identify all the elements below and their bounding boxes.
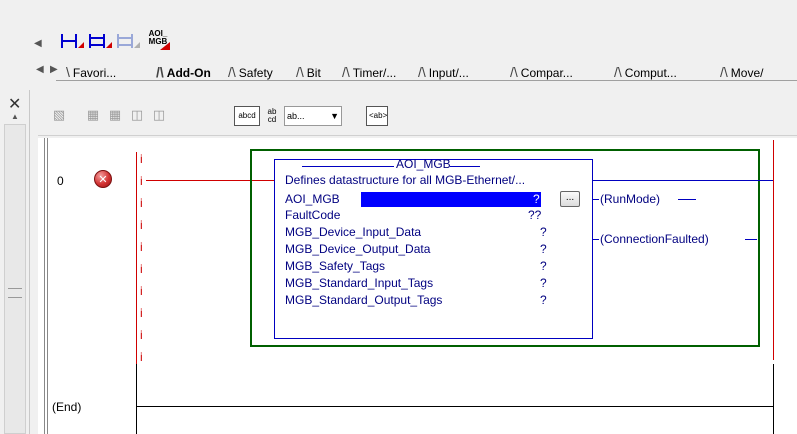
rail-marker: i [140, 262, 143, 276]
tab-input[interactable]: /\ Input/... [418, 62, 506, 82]
aoi-row-name: MGB_Device_Input_Data [285, 225, 422, 239]
connectionfaulted-coil[interactable]: (ConnectionFaulted) [600, 232, 709, 246]
browse-ellipsis-button[interactable]: ... [560, 191, 580, 207]
aoi-row-name: FaultCode [285, 208, 341, 222]
left-rail-end [136, 364, 137, 434]
rung-error-icon: ✕ [94, 170, 112, 188]
tabs-scroll-left-icon[interactable]: ◀ [36, 64, 44, 75]
tab-compare[interactable]: /\ Compar... [510, 62, 606, 82]
aoi-row-value: ? [540, 242, 547, 256]
aoi-row-name: MGB_Device_Output_Data [285, 242, 431, 256]
branch-icon[interactable] [60, 30, 86, 52]
rung-disabled-icon [117, 34, 140, 48]
aoi-row-name: MGB_Standard_Output_Tags [285, 293, 443, 307]
aoi-row-name: MGB_Safety_Tags [285, 259, 386, 273]
tab-safety[interactable]: /\ Safety [228, 62, 298, 82]
aoi-row-value: ? [533, 192, 540, 206]
aoi-mgb-instruction-button[interactable]: AOI_ MGB [144, 30, 172, 54]
tab-move[interactable]: /\ Move/ [720, 62, 797, 82]
abcd-display-button[interactable]: abcd [234, 106, 260, 126]
aoi-row-value: ? [540, 293, 547, 307]
ladder-editor-toolbar: ▧ ▦ ▦ ◫ ◫ abcd ab cd ab... ▼ <ab> [38, 96, 797, 136]
coil-wire [593, 199, 599, 200]
branch-level-icon[interactable] [88, 30, 114, 52]
rail-marker: i [140, 350, 143, 364]
rail-marker: i [140, 284, 143, 298]
toolbar-scroll-left-icon[interactable]: ◀ [34, 38, 42, 49]
verify-icon[interactable]: ▦ [82, 104, 104, 126]
tag-display-button[interactable]: <ab> [366, 106, 388, 126]
rail-marker: i [140, 152, 143, 166]
coil-wire [593, 239, 599, 240]
verify-all-icon[interactable]: ▦ [104, 104, 126, 126]
coil-wire [745, 239, 757, 240]
runmode-coil-label: RunMode [604, 192, 657, 206]
rail-marker: i [140, 218, 143, 232]
close-icon[interactable]: ✕ [8, 94, 21, 114]
left-gutter-line [44, 138, 45, 434]
vertical-scrollbar[interactable] [4, 124, 26, 434]
aoi-row-name: MGB_Standard_Input_Tags [285, 276, 434, 290]
tabs-scroll-right-icon[interactable]: ▶ [50, 64, 58, 75]
display-mode-combo[interactable]: ab... ▼ [284, 106, 342, 126]
aoi-tag-operand-selected[interactable] [361, 192, 541, 207]
aoi-description: Defines datastructure for all MGB-Ethern… [285, 173, 526, 187]
right-rail-end [773, 364, 774, 434]
aoi-row-value: ? [540, 225, 547, 239]
runmode-coil[interactable]: (RunMode) [600, 192, 660, 206]
aoi-row-value: ?? [528, 208, 542, 222]
rail-marker: i [140, 306, 143, 320]
tab-bit[interactable]: /\ Bit [296, 62, 344, 82]
tab-add-on[interactable]: /\ Add-On [156, 62, 230, 82]
right-power-rail [773, 140, 774, 360]
add-marker-icon [160, 42, 170, 50]
rail-marker: i [140, 174, 143, 188]
chevron-down-icon: ▼ [330, 111, 339, 121]
tab-favorites[interactable]: \ Favori... [66, 62, 158, 82]
tab-compute[interactable]: /\ Comput... [614, 62, 712, 82]
scroll-grip-icon[interactable] [8, 288, 22, 298]
aoi-title-row: AOI_MGB [274, 157, 593, 173]
aoi-title-line-right [450, 166, 480, 167]
aoi-row-name: AOI_MGB [285, 192, 340, 206]
end-rung-wire [136, 406, 774, 407]
aoi-title-line-left [302, 166, 394, 167]
display-mode-value: ab... [287, 111, 305, 121]
rung-wire-right [593, 180, 773, 181]
connectionfaulted-coil-label: ConnectionFaulted [604, 232, 705, 246]
tab-timer[interactable]: /\ Timer/... [342, 62, 420, 82]
aoi-row-value: ? [540, 276, 547, 290]
goto-icon[interactable]: ◫ [126, 104, 148, 126]
rail-marker: i [140, 196, 143, 210]
rail-marker: i [140, 240, 143, 254]
left-gutter-line-inner [47, 138, 48, 434]
rung-number: 0 [57, 174, 64, 188]
ab-cd-display-button[interactable]: ab cd [264, 106, 280, 126]
scroll-up-icon[interactable]: ▲ [11, 112, 19, 121]
rung-icon[interactable]: ▧ [48, 104, 70, 126]
aoi-row-value: ? [540, 259, 547, 273]
goto-next-icon[interactable]: ◫ [148, 104, 170, 126]
coil-wire [678, 199, 696, 200]
end-rung-label: (End) [52, 400, 82, 414]
left-power-rail [136, 152, 137, 364]
aoi-title: AOI_MGB [396, 157, 451, 171]
rail-marker: i [140, 328, 143, 342]
